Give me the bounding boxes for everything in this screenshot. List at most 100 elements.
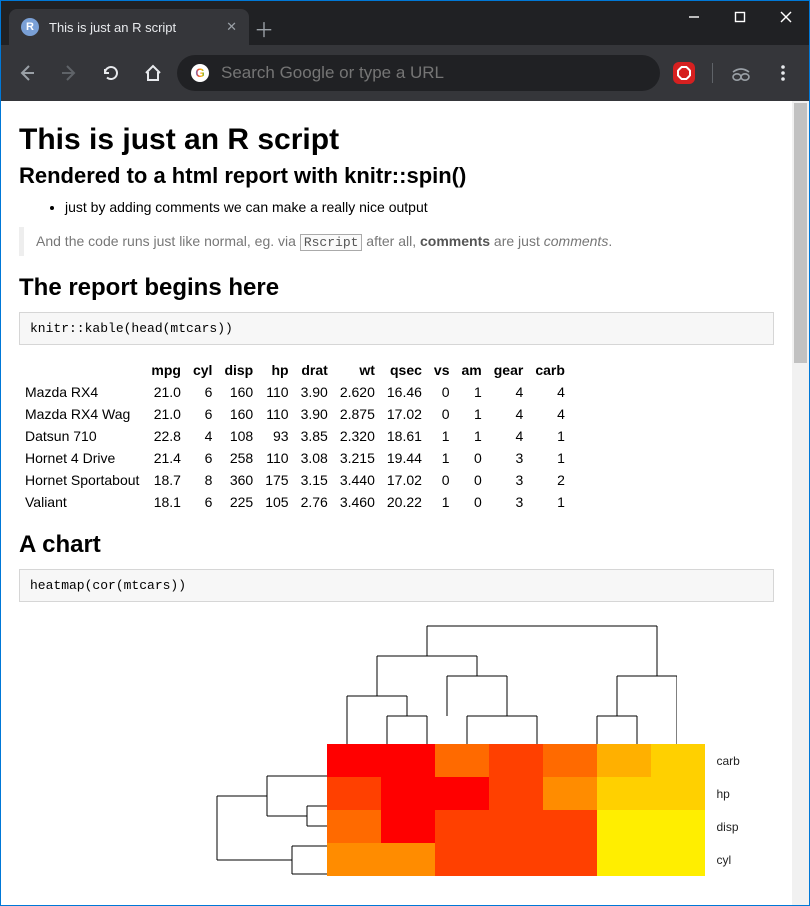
home-icon (143, 63, 163, 83)
heatmap-cell (381, 843, 435, 876)
table-cell: 18.1 (145, 491, 187, 513)
table-cell: 1 (529, 447, 571, 469)
maximize-icon (734, 11, 746, 23)
back-button[interactable] (9, 55, 45, 91)
table-cell: 1 (456, 381, 488, 403)
table-cell: 19.44 (381, 447, 428, 469)
kebab-icon (774, 64, 792, 82)
close-tab-icon[interactable]: ✕ (226, 19, 237, 35)
heatmap-cell (381, 777, 435, 810)
table-cell: 2.875 (334, 403, 381, 425)
page-content: This is just an R script Rendered to a h… (1, 101, 792, 905)
heatmap-cell (435, 810, 489, 843)
search-engine-icon: G (191, 64, 209, 82)
table-cell: 1 (456, 403, 488, 425)
table-cell: 1 (529, 491, 571, 513)
table-cell: 2.320 (334, 425, 381, 447)
heatmap-cell (543, 777, 597, 810)
row-name: Datsun 710 (19, 425, 145, 447)
heatmap-cell (543, 843, 597, 876)
table-cell: 0 (428, 381, 456, 403)
url-input[interactable] (219, 62, 646, 84)
heatmap-cell (327, 810, 381, 843)
table-cell: 2 (529, 469, 571, 491)
table-cell: 160 (218, 381, 259, 403)
table-cell: 105 (259, 491, 294, 513)
heatmap-cell (543, 744, 597, 777)
heatmap-cell (489, 810, 543, 843)
table-cell: 3.440 (334, 469, 381, 491)
table-header: am (456, 359, 488, 381)
quote-text: And the code runs just like normal, eg. … (36, 233, 300, 249)
table-header: cyl (187, 359, 218, 381)
quote-text: are just (490, 233, 544, 249)
table-header: disp (218, 359, 259, 381)
window-titlebar: R This is just an R script ✕ ＋ (1, 1, 809, 45)
table-cell: 175 (259, 469, 294, 491)
forward-button[interactable] (51, 55, 87, 91)
minimize-button[interactable] (671, 1, 717, 33)
table-cell: 258 (218, 447, 259, 469)
profile-button[interactable] (723, 55, 759, 91)
page-title: This is just an R script (19, 123, 774, 157)
table-cell: 4 (488, 403, 530, 425)
maximize-button[interactable] (717, 1, 763, 33)
heatmap-cell (381, 810, 435, 843)
new-tab-button[interactable]: ＋ (249, 11, 279, 45)
heatmap-row-label: carb (717, 744, 740, 777)
intro-bullet: just by adding comments we can make a re… (65, 199, 774, 215)
tab-strip: R This is just an R script ✕ ＋ (1, 1, 279, 45)
heatmap-cell (435, 744, 489, 777)
table-cell: 3.460 (334, 491, 381, 513)
code-block: heatmap(cor(mtcars)) (19, 569, 774, 602)
table-corner (19, 359, 145, 381)
table-cell: 110 (259, 381, 294, 403)
address-bar[interactable]: G (177, 55, 660, 91)
table-header: wt (334, 359, 381, 381)
heatmap-cell (327, 777, 381, 810)
back-arrow-icon (17, 63, 37, 83)
heatmap-cell (489, 843, 543, 876)
table-cell: 0 (428, 469, 456, 491)
table-cell: 4 (488, 381, 530, 403)
table-header: mpg (145, 359, 187, 381)
minimize-icon (688, 11, 700, 23)
scrollbar-thumb[interactable] (794, 103, 807, 363)
heatmap-cell (543, 810, 597, 843)
table-cell: 3.15 (295, 469, 334, 491)
heatmap-cell (651, 843, 705, 876)
table-cell: 16.46 (381, 381, 428, 403)
table-cell: 1 (456, 425, 488, 447)
table-row: Mazda RX4 Wag21.061601103.902.87517.0201… (19, 403, 571, 425)
table-cell: 3.90 (295, 381, 334, 403)
table-cell: 18.7 (145, 469, 187, 491)
heatmap-cell (327, 843, 381, 876)
table-cell: 4 (529, 381, 571, 403)
heatmap-cell (597, 744, 651, 777)
heatmap-cell (651, 744, 705, 777)
table-row: Hornet 4 Drive21.462581103.083.21519.441… (19, 447, 571, 469)
reload-button[interactable] (93, 55, 129, 91)
extension-adblock-button[interactable] (666, 55, 702, 91)
home-button[interactable] (135, 55, 171, 91)
table-cell: 21.0 (145, 403, 187, 425)
table-cell: 0 (456, 447, 488, 469)
heatmap-cell (489, 777, 543, 810)
heatmap-cell (597, 810, 651, 843)
vertical-scrollbar[interactable] (792, 101, 809, 905)
page-subtitle: Rendered to a html report with knitr::sp… (19, 163, 774, 189)
close-window-button[interactable] (763, 1, 809, 33)
row-name: Mazda RX4 Wag (19, 403, 145, 425)
browser-tab[interactable]: R This is just an R script ✕ (9, 9, 249, 45)
blockquote: And the code runs just like normal, eg. … (19, 227, 774, 256)
menu-button[interactable] (765, 55, 801, 91)
table-cell: 3 (488, 491, 530, 513)
favicon-icon: R (21, 18, 39, 36)
heatmap-cell (489, 744, 543, 777)
window-controls (671, 1, 809, 33)
quote-em: comments (544, 233, 609, 249)
table-row: Mazda RX421.061601103.902.62016.460144 (19, 381, 571, 403)
table-header: gear (488, 359, 530, 381)
table-cell: 225 (218, 491, 259, 513)
table-header: qsec (381, 359, 428, 381)
